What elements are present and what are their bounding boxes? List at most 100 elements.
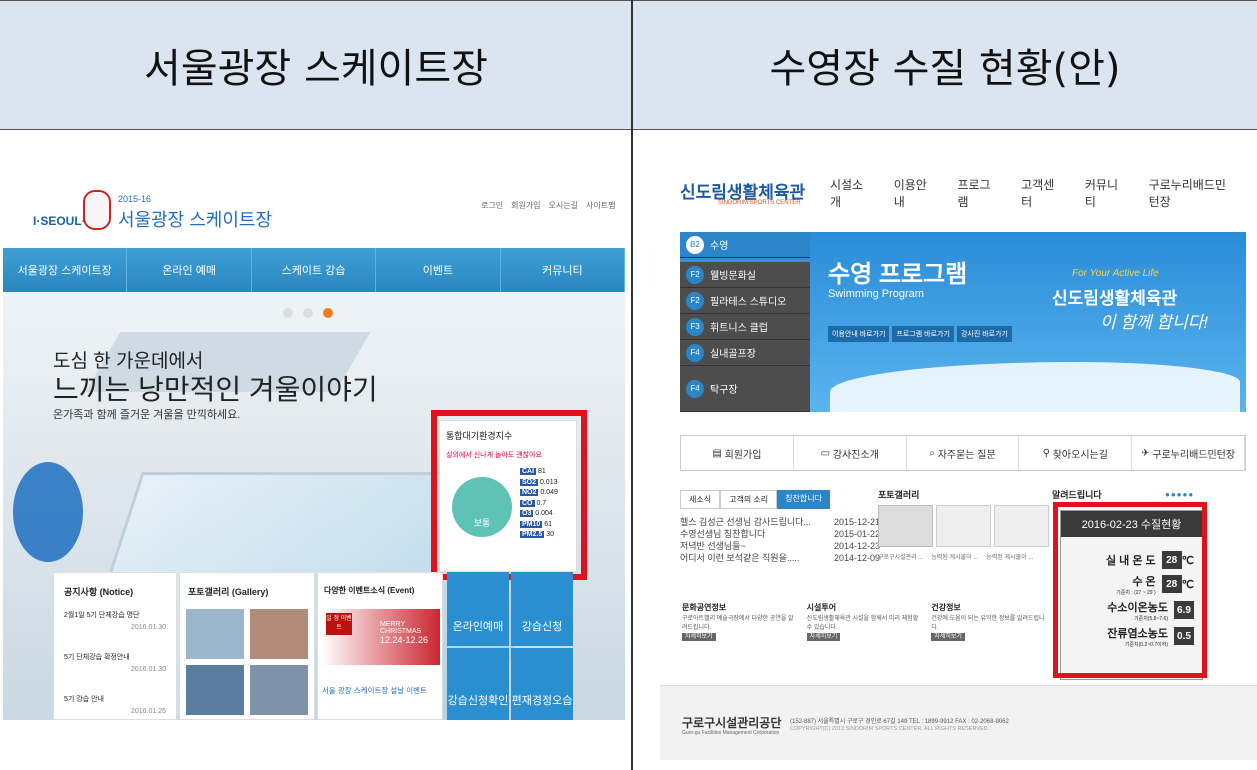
- news-tabs: 새소식 고객의 소리 칭찬합니다: [680, 490, 830, 509]
- nav-rink[interactable]: 서울광장 스케이트장: [3, 248, 128, 292]
- list-item[interactable]: 헬스 김성근 선생님 감사드립니다... 2015-12-21: [680, 516, 880, 528]
- nav-lessons[interactable]: 스케이트 강습: [252, 248, 377, 292]
- tab-praise[interactable]: 칭찬합니다: [777, 490, 830, 509]
- photo-gallery-title: 포토갤러리: [878, 490, 920, 500]
- instructor-shortcut-button[interactable]: 강사진 바로가기: [956, 326, 1012, 342]
- info-card[interactable]: 건강정보 건강에 도움이 되는 유익한 정보를 알려드립니다. 자세히보기: [929, 600, 1050, 660]
- center-menu: 시설소개 이용안내 프로그램 고객센터 커뮤니티 구로누리배드민턴장: [830, 176, 1257, 210]
- program-shortcut-button[interactable]: 프로그램 바로가기: [892, 326, 954, 342]
- center-logo-sub: SINDORIM SPORTS CENTER: [718, 200, 801, 206]
- site-footer: 구로구시설관리공단 Guro-gu Facilities Management …: [660, 685, 1257, 760]
- banner-subtitle: Swimming Program: [828, 288, 924, 300]
- quick-misc[interactable]: 편재경정오습: [511, 648, 573, 720]
- menu-usage[interactable]: 이용안내: [894, 176, 930, 210]
- quick-instructors[interactable]: ▭ 강사진소개: [794, 436, 907, 470]
- tab-voice[interactable]: 고객의 소리: [720, 490, 778, 509]
- signup-link[interactable]: 회원가입: [511, 200, 540, 211]
- banner-right-1: For Your Active Life: [1072, 268, 1159, 279]
- usage-shortcut-button[interactable]: 이용안내 바로가기: [828, 326, 890, 342]
- slide-dot[interactable]: [283, 308, 293, 318]
- left-header-title: 서울광장 스케이트장: [144, 46, 488, 92]
- notice-list: 2월1일 5기 단체강습 명단 2016.01.30 5기 단체강습 확정안내 20…: [54, 610, 176, 718]
- event-title: 다양한 이벤트소식 (Event): [324, 586, 415, 595]
- footer-org: 구로구시설관리공단: [682, 716, 782, 730]
- news-list: 헬스 김성근 선생님 감사드립니다... 2015-12-21 수영선생님 칭찬합…: [680, 516, 880, 564]
- highlight-box-water: [1053, 502, 1207, 678]
- quick-lesson-apply[interactable]: 강습신청: [511, 572, 573, 646]
- footer-copyright: COPYRIGHT(C) 2013 SINDORIM SPORTS CENTER…: [790, 726, 990, 732]
- slide-dot[interactable]: [303, 308, 313, 318]
- banner-right-2: 신도림생활체육관: [1052, 289, 1178, 308]
- notice-panel: 공지사항 (Notice) 2월1일 5기 단체강습 명단 2016.01.30 …: [53, 572, 177, 720]
- menu-community[interactable]: 커뮤니티: [1085, 176, 1121, 210]
- list-item[interactable]: 저녁반 선생님들~ 2014-12-23: [680, 540, 880, 552]
- notice-title: 알려드립니다: [1052, 490, 1102, 500]
- list-item[interactable]: 수영선생님 칭찬합니다 2015-01-22: [680, 528, 880, 540]
- list-item[interactable]: 어디서 이런 보석같은 직원을..... 2014-12-09: [680, 552, 880, 564]
- menu-badminton[interactable]: 구로누리배드민턴장: [1149, 176, 1229, 210]
- skating-rink-website: I·SEOUL·U 2015-16 서울광장 스케이트장 로그인 회원가입 오시…: [3, 162, 625, 720]
- info-card[interactable]: 문화공연정보 구로아트밸리 예술극장에서 다양한 공연을 알려드립니다. 자세히보기: [680, 600, 801, 660]
- gallery-thumb[interactable]: [250, 609, 308, 659]
- site-header: I·SEOUL·U 2015-16 서울광장 스케이트장 로그인 회원가입 오시…: [3, 162, 625, 248]
- banner-title: 수영 프로그램: [828, 261, 968, 288]
- facility-item[interactable]: F2 웰빙문화실: [680, 262, 810, 288]
- quick-lesson-check[interactable]: 강습신청확인: [447, 648, 509, 720]
- menu-program[interactable]: 프로그램: [957, 176, 993, 210]
- season-label: 2015-16: [118, 194, 152, 204]
- facility-item[interactable]: F4 실내골프장: [680, 340, 810, 366]
- quick-faq[interactable]: ⌕ 자주묻는 질문: [907, 436, 1020, 470]
- event-banner[interactable]: 일 정 이벤트 MERRY CHRISTMAS 12.24-12.26: [322, 609, 440, 665]
- woori-logo-icon: [13, 462, 83, 562]
- quick-online-booking[interactable]: 온라인예매: [447, 572, 509, 646]
- quick-badminton[interactable]: ✈ 구로누리배드민턴장: [1132, 436, 1245, 470]
- event-badge: 일 정 이벤트: [326, 613, 352, 635]
- gallery-thumb[interactable]: [250, 665, 308, 715]
- notice-title: 공지사항 (Notice): [64, 587, 134, 597]
- site-title[interactable]: 서울광장 스케이트장: [118, 206, 272, 232]
- photo-thumb[interactable]: [994, 505, 1049, 547]
- list-item[interactable]: 5기 단체강습 확정안내 2016.01.30: [64, 652, 166, 676]
- gallery-thumb[interactable]: [186, 609, 244, 659]
- footer-address: (152-887) 서울특별시 구로구 경인로 67길 149 TEL : 18…: [790, 719, 1009, 725]
- slide-dot-active[interactable]: [323, 308, 333, 318]
- photo-thumb[interactable]: [878, 505, 933, 547]
- list-item[interactable]: 5기 강습 안내 2016.01.25: [64, 694, 166, 718]
- event-caption[interactable]: 서울 광장 스케이트장 설날 이벤트: [322, 685, 427, 696]
- facility-item[interactable]: F3 휘트니스 클럽: [680, 314, 810, 340]
- facility-item[interactable]: F2 필라테스 스튜디오: [680, 288, 810, 314]
- sitemap-link[interactable]: 사이트맵: [586, 200, 615, 211]
- gallery-thumb[interactable]: [186, 665, 244, 715]
- nav-booking[interactable]: 온라인 예매: [127, 248, 252, 292]
- banner-buttons: 이용안내 바로가기 프로그램 바로가기 강사진 바로가기: [828, 326, 1012, 342]
- info-cards: 문화공연정보 구로아트밸리 예술극장에서 다양한 공연을 알려드립니다. 자세히보기…: [680, 600, 1050, 660]
- quick-links-bar: ▤ 회원가입 ▭ 강사진소개 ⌕ 자주묻는 질문 ⚲ 찾아오시는길 ✈ 구로누리…: [680, 435, 1246, 471]
- menu-facilities[interactable]: 시설소개: [830, 176, 866, 210]
- event-panel: 다양한 이벤트소식 (Event) 일 정 이벤트 MERRY CHRISTMA…: [317, 572, 443, 720]
- quick-directions[interactable]: ⚲ 찾아오시는길: [1019, 436, 1133, 470]
- right-column-header: 수영장 수질 현황(안): [633, 0, 1257, 130]
- footer-org-en: Guro-gu Facilities Management Corporatio…: [682, 730, 780, 736]
- mascot-icon: [83, 190, 111, 230]
- info-card[interactable]: 시설투어 신도림생활체육관 시설을 함께서 미리 체험할수 있습니다. 자세히보기: [805, 600, 926, 660]
- photo-captions: 구로구시설관리 ... 능력된 게시물이 ... 능력된 게시물이 ...: [878, 555, 1034, 561]
- event-dates: 12.24-12.26: [380, 635, 429, 645]
- hero-line-3: 온가족과 함께 즐거운 겨울을 만끽하세요.: [53, 409, 241, 421]
- menu-customer[interactable]: 고객센터: [1021, 176, 1057, 210]
- notice-dots[interactable]: ●●●●●: [1165, 490, 1194, 499]
- tab-news[interactable]: 새소식: [680, 490, 721, 509]
- photo-thumb[interactable]: [936, 505, 991, 547]
- main-nav: 서울광장 스케이트장 온라인 예매 스케이트 강습 이벤트 커뮤니티: [3, 248, 625, 292]
- swimmer-wave-illustration: [830, 362, 1240, 412]
- slide-dots: [283, 308, 333, 318]
- login-link[interactable]: 로그인: [481, 200, 503, 211]
- nav-events[interactable]: 이벤트: [376, 248, 501, 292]
- facility-item[interactable]: F4 탁구장: [680, 366, 810, 412]
- list-item[interactable]: 2월1일 5기 단체강습 명단 2016.01.30: [64, 610, 166, 634]
- event-xmas: MERRY CHRISTMAS: [380, 621, 422, 635]
- quick-signup[interactable]: ▤ 회원가입: [681, 436, 794, 470]
- facility-item[interactable]: B2 수영: [680, 232, 810, 258]
- nav-community[interactable]: 커뮤니티: [501, 248, 625, 292]
- directions-link[interactable]: 오시는길: [549, 200, 578, 211]
- gallery-panel: 포토갤러리 (Gallery): [179, 572, 315, 720]
